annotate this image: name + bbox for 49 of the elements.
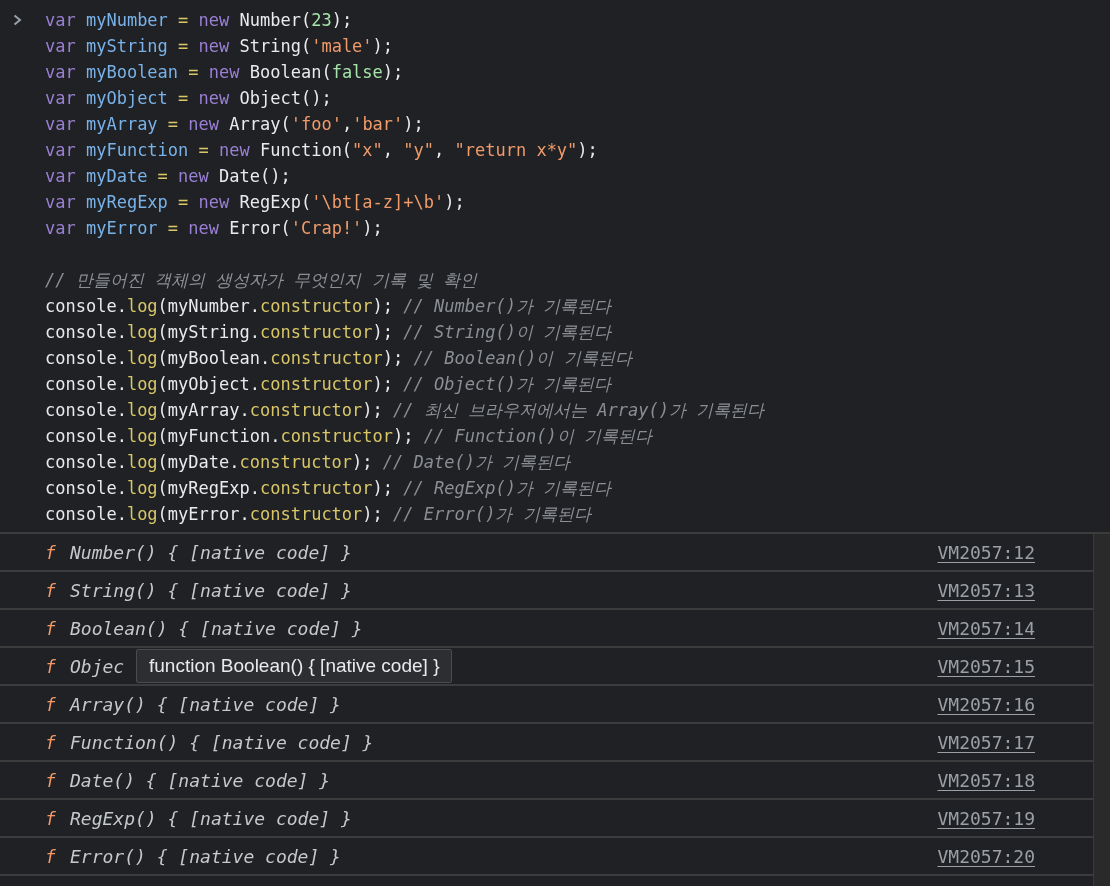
function-marker: f bbox=[45, 617, 57, 639]
code-line: console.log(myNumber.constructor); // Number()가 기록된다 bbox=[45, 295, 613, 318]
log-message: Boolean() { [native code] } bbox=[70, 617, 363, 639]
code-line: console.log(myBoolean.constructor); // Boolean()이 기록된다 bbox=[45, 347, 634, 370]
source-link[interactable]: VM2057:13 bbox=[937, 579, 1035, 601]
log-message: Date() { [native code] } bbox=[70, 769, 331, 791]
source-link[interactable]: VM2057:18 bbox=[937, 769, 1035, 791]
tooltip: function Boolean() { [native code] } bbox=[136, 649, 453, 683]
code-line: var myDate = new Date(); bbox=[45, 165, 292, 188]
function-marker: f bbox=[45, 693, 57, 715]
code-line: console.log(myFunction.constructor); // Function()이 기록된다 bbox=[45, 425, 654, 448]
log-message: Number() { [native code] } bbox=[70, 541, 352, 563]
function-marker: f bbox=[45, 769, 57, 791]
code-line: var myRegExp = new RegExp('\bt[a-z]+\b'); bbox=[45, 191, 466, 214]
log-message: RegExp() { [native code] } bbox=[70, 807, 352, 829]
source-link[interactable]: VM2057:19 bbox=[937, 807, 1035, 829]
code-line: var myError = new Error('Crap!'); bbox=[45, 217, 384, 240]
function-marker: f bbox=[45, 845, 57, 867]
code-line: console.log(myArray.constructor); // 최신 브라우저에서는 Array()가 기록된다 bbox=[45, 399, 765, 422]
log-message: Objec bbox=[70, 655, 125, 677]
log-message: Function() { [native code] } bbox=[70, 731, 374, 753]
source-link[interactable]: VM2057:12 bbox=[937, 541, 1035, 563]
code-line: var myArray = new Array('foo','bar'); bbox=[45, 113, 425, 136]
chevron-icon bbox=[13, 14, 22, 26]
code-line: var myObject = new Object(); bbox=[45, 87, 333, 110]
function-marker: f bbox=[45, 807, 57, 829]
code-line: var myFunction = new Function("x", "y", "return x*y"); bbox=[45, 139, 599, 162]
source-link[interactable]: VM2057:17 bbox=[937, 731, 1035, 753]
scrollbar-track[interactable] bbox=[1093, 534, 1110, 886]
code-line: console.log(myError.constructor); // Error()가 기록된다 bbox=[45, 503, 593, 526]
log-message: Error() { [native code] } bbox=[70, 845, 341, 867]
code-line: // 만들어진 객체의 생성자가 무엇인지 기록 및 확인 bbox=[45, 269, 479, 292]
function-marker: f bbox=[45, 579, 57, 601]
code-line: var myNumber = new Number(23); bbox=[45, 9, 354, 32]
source-link[interactable]: VM2057:16 bbox=[937, 693, 1035, 715]
log-message: String() { [native code] } bbox=[70, 579, 352, 601]
source-link[interactable]: VM2057:14 bbox=[937, 617, 1035, 639]
code-line: console.log(myDate.constructor); // Date()가 기록된다 bbox=[45, 451, 572, 474]
code-line: var myString = new String('male'); bbox=[45, 35, 395, 58]
function-marker: f bbox=[45, 731, 57, 753]
log-message: Array() { [native code] } bbox=[70, 693, 341, 715]
code-line: console.log(myObject.constructor); // Object()가 기록된다 bbox=[45, 373, 613, 396]
source-link[interactable]: VM2057:15 bbox=[937, 655, 1035, 677]
function-marker: f bbox=[45, 541, 57, 563]
code-line: console.log(myRegExp.constructor); // RegExp()가 기록된다 bbox=[45, 477, 613, 500]
code-line: console.log(myString.constructor); // String()이 기록된다 bbox=[45, 321, 613, 344]
function-marker: f bbox=[45, 655, 57, 677]
code-line: var myBoolean = new Boolean(false); bbox=[45, 61, 405, 84]
source-link[interactable]: VM2057:20 bbox=[937, 845, 1035, 867]
